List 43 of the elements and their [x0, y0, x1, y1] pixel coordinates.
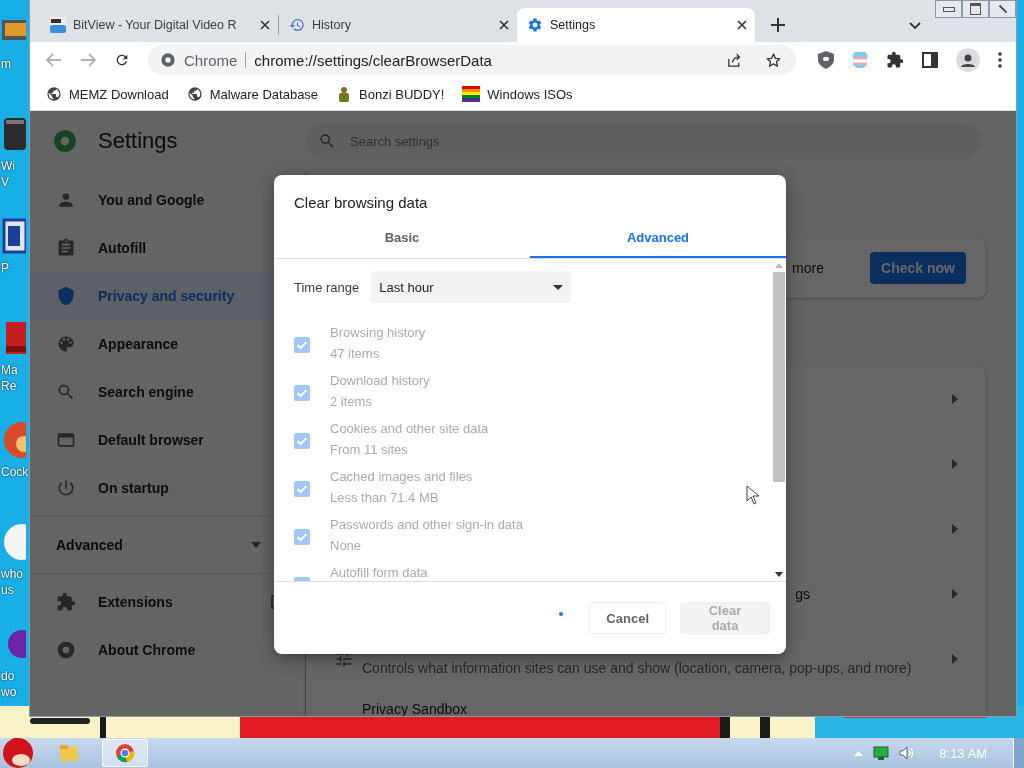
option-title: Browsing history — [330, 325, 426, 340]
option-detail: 2 items — [330, 394, 373, 409]
card-text: more — [792, 260, 824, 276]
icon-label: Wi — [0, 158, 15, 174]
row-title: Privacy Sandbox — [361, 700, 468, 716]
icon-label: Cock — [0, 464, 29, 480]
icon-label: Ma — [0, 362, 18, 378]
tab-title: Settings — [550, 18, 597, 32]
page-title: Settings — [98, 128, 178, 154]
icon-label: P — [0, 260, 9, 276]
nav-label: Search engine — [98, 384, 194, 400]
icon-label: do — [0, 668, 15, 684]
option-title: Cached images and files — [330, 469, 473, 484]
nav-label: Default browser — [98, 432, 204, 448]
row-description: Controls what information sites can use and show (location, camera, pop-ups, and more) — [362, 658, 912, 676]
nav-label: Extensions — [98, 594, 173, 610]
time-range-label: Time range — [294, 279, 360, 295]
option-detail: None — [330, 538, 363, 553]
nav-label: Autofill — [98, 240, 147, 256]
option-title: Passwords and other sign-in data — [330, 517, 523, 532]
icon-label: us — [0, 582, 14, 598]
tab-title: History — [312, 18, 352, 32]
icon-label: Re — [0, 378, 17, 394]
nav-label: About Chrome — [98, 642, 196, 658]
option-title: Autofill form data — [330, 565, 428, 580]
nav-label: Appearance — [98, 336, 179, 352]
nav-label: Privacy and security — [98, 288, 235, 304]
option-detail: 47 items — [330, 346, 381, 361]
site-label: Chrome — [184, 51, 238, 69]
option-title: Download history — [330, 373, 430, 388]
icon-label: m — [0, 56, 11, 72]
option-title: Cookies and other site data — [330, 421, 489, 436]
row-title: gs — [795, 585, 810, 602]
tab-title: BitView - Your Digital Video R — [73, 18, 238, 32]
icon-label: wo — [0, 684, 17, 700]
icon-label: who — [0, 566, 23, 582]
icon-label: V — [0, 174, 9, 190]
dialog-title: Clear browsing data — [293, 193, 429, 213]
option-detail: Less than 71.4 MB — [330, 490, 440, 505]
nav-label: On startup — [98, 480, 169, 496]
nav-label: You and Google — [98, 192, 205, 208]
url-text: chrome://settings/clearBrowserData — [254, 51, 492, 69]
option-detail: From 11 sites — [330, 442, 409, 457]
